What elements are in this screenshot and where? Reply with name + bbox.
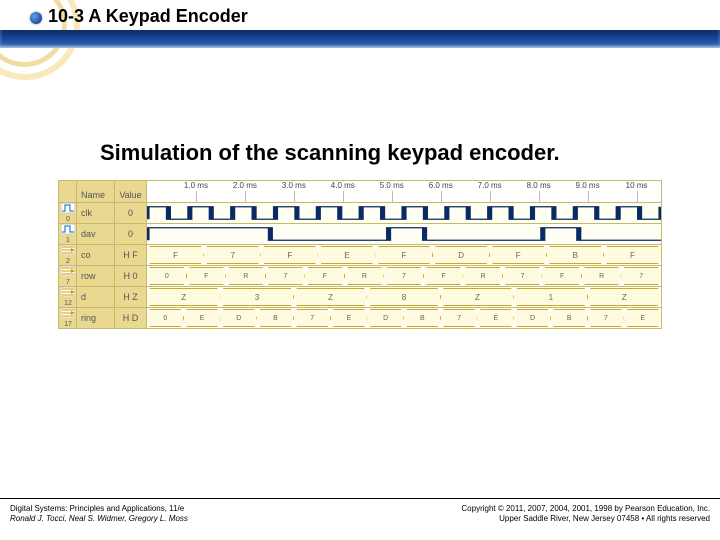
bus-segment: 7 (502, 267, 544, 285)
signal-waveform: 0EDB7EDB7EDB7E (147, 308, 662, 329)
bus-segment: Z (293, 288, 368, 306)
bus-segment: 7 (587, 309, 626, 327)
title-bullet-icon (30, 12, 42, 24)
time-tick-label: 7.0 ms (478, 181, 502, 190)
signal-bus-icon: 7 (59, 266, 77, 287)
slide-title: 10-3 A Keypad Encoder (48, 6, 248, 27)
time-tick-label: 1.0 ms (184, 181, 208, 190)
bus-segment: R (462, 267, 504, 285)
signal-value: H 0 (115, 266, 147, 287)
footer-book-title: Digital Systems: Principles and Applicat… (10, 504, 188, 514)
bus-segment: F (186, 267, 228, 285)
time-tick-label: 8.0 ms (527, 181, 551, 190)
bus-segment: 7 (620, 267, 662, 285)
bus-segment: R (581, 267, 623, 285)
bus-segment: Z (440, 288, 515, 306)
signal-name: clk (77, 203, 115, 224)
footer-copyright: Copyright © 2011, 2007, 2004, 2001, 1998… (461, 504, 710, 514)
title-underline-bar (0, 30, 720, 48)
bus-segment: F (541, 267, 583, 285)
bus-segment: D (432, 246, 491, 264)
bus-segment: F (423, 267, 465, 285)
time-tick-label: 4.0 ms (331, 181, 355, 190)
signal-digital-icon: 0 (59, 203, 77, 224)
bus-segment: B (256, 309, 295, 327)
time-tick-label: 9.0 ms (576, 181, 600, 190)
waveform-header-row: Name Value 1.0 ms 2.0 ms 3.0 ms 4.0 ms 5.0 m… (59, 181, 662, 203)
signal-waveform (147, 203, 662, 224)
signal-value: H F (115, 245, 147, 266)
bus-segment: F (146, 246, 205, 264)
bus-segment: Z (587, 288, 662, 306)
signal-row: 0clk0 (59, 203, 662, 224)
signal-name: ring (77, 308, 115, 329)
bus-segment: 0 (146, 267, 188, 285)
bus-segment: D (513, 309, 552, 327)
bus-segment: 7 (383, 267, 425, 285)
signal-row: 12dH ZZ3Z8Z1Z (59, 287, 662, 308)
signal-waveform: F7FEFDFBF (147, 245, 662, 266)
signal-bus-icon: 17 (59, 308, 77, 329)
bus-segment: E (317, 246, 376, 264)
footer-address: Upper Saddle River, New Jersey 07458 • A… (461, 514, 710, 524)
bus-segment: 0 (146, 309, 185, 327)
signal-value: H D (115, 308, 147, 329)
bus-segment: E (330, 309, 369, 327)
signal-waveform: Z3Z8Z1Z (147, 287, 662, 308)
bus-segment: 1 (513, 288, 588, 306)
signal-bus-icon: 12 (59, 287, 77, 308)
signal-value: 0 (115, 224, 147, 245)
bus-segment: B (550, 309, 589, 327)
time-tick-label: 6.0 ms (429, 181, 453, 190)
signal-waveform: 0FR7FR7FR7FR7 (147, 266, 662, 287)
signal-row: 17ringH D0EDB7EDB7EDB7E (59, 308, 662, 329)
signal-row: 2coH FF7FEFDFBF (59, 245, 662, 266)
col-header-value: Value (115, 181, 147, 203)
bus-segment: R (225, 267, 267, 285)
bus-segment: F (489, 246, 548, 264)
signal-value: 0 (115, 203, 147, 224)
footer-authors: Ronald J. Tocci, Neal S. Widmer, Gregory… (10, 514, 188, 524)
bus-segment: 3 (219, 288, 294, 306)
bus-segment: E (623, 309, 662, 327)
signal-name: row (77, 266, 115, 287)
bus-segment: B (546, 246, 605, 264)
bus-segment: F (304, 267, 346, 285)
signal-waveform (147, 224, 662, 245)
time-ruler: 1.0 ms 2.0 ms 3.0 ms 4.0 ms 5.0 ms 6.0 ms 7.0 … (147, 181, 662, 203)
time-tick-label: 2.0 ms (233, 181, 257, 190)
bus-segment: F (374, 246, 433, 264)
bus-segment: Z (146, 288, 221, 306)
bus-segment: 8 (366, 288, 441, 306)
slide-subheading: Simulation of the scanning keypad encode… (100, 140, 560, 166)
col-header-name: Name (77, 181, 115, 203)
signal-row: 1dav0 (59, 224, 662, 245)
signal-name: dav (77, 224, 115, 245)
bus-segment: 7 (440, 309, 479, 327)
bus-segment: D (366, 309, 405, 327)
signal-bus-icon: 2 (59, 245, 77, 266)
signal-name: co (77, 245, 115, 266)
bus-segment: F (260, 246, 319, 264)
bus-segment: D (219, 309, 258, 327)
bus-segment: B (403, 309, 442, 327)
time-tick-label: 5.0 ms (380, 181, 404, 190)
bus-segment: E (183, 309, 222, 327)
waveform-simulation-panel: Name Value 1.0 ms 2.0 ms 3.0 ms 4.0 ms 5.0 m… (58, 180, 662, 340)
bus-segment: F (603, 246, 662, 264)
bus-segment: R (344, 267, 386, 285)
time-tick-label: 3.0 ms (282, 181, 306, 190)
signal-name: d (77, 287, 115, 308)
signal-row: 7rowH 00FR7FR7FR7FR7 (59, 266, 662, 287)
signal-digital-icon: 1 (59, 224, 77, 245)
signal-value: H Z (115, 287, 147, 308)
bus-segment: 7 (293, 309, 332, 327)
bus-segment: E (476, 309, 515, 327)
slide-footer: Digital Systems: Principles and Applicat… (0, 498, 720, 540)
bus-segment: 7 (265, 267, 307, 285)
bus-segment: 7 (203, 246, 262, 264)
time-tick-label: 10 ms (626, 181, 648, 190)
